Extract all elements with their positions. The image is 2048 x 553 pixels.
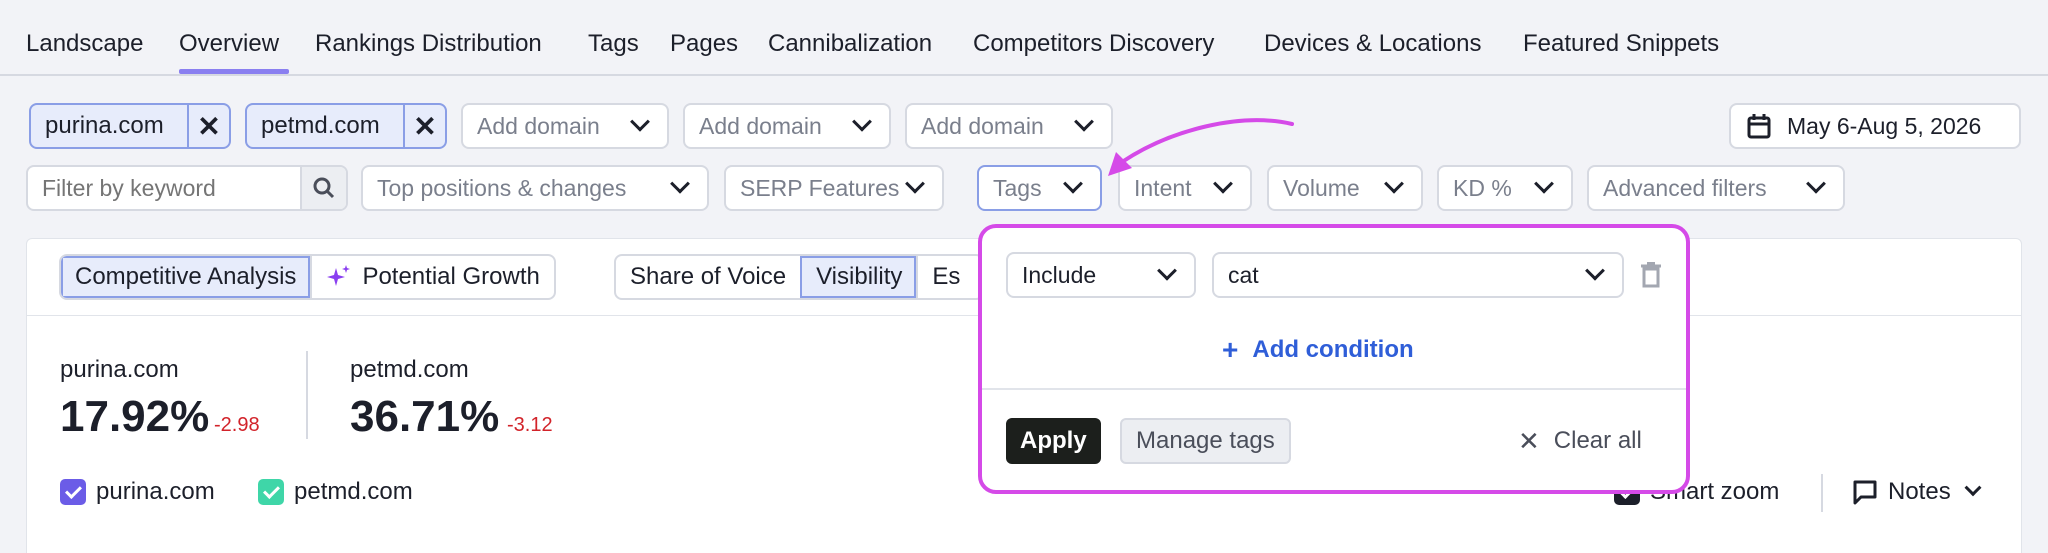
filter-label: KD % — [1453, 174, 1512, 201]
metric-value-purina: 17.92% — [60, 392, 210, 441]
chevron-down-icon — [852, 111, 872, 132]
trash-icon[interactable] — [1640, 262, 1662, 288]
tab-competitors-discovery[interactable]: Competitors Discovery — [973, 30, 1214, 58]
metric-domain-petmd: petmd.com — [350, 356, 469, 383]
metric-domain-purina: purina.com — [60, 356, 179, 383]
annotation-arrow — [1108, 118, 1294, 176]
plus-icon: + — [1222, 334, 1239, 365]
toolbar-separator — [1821, 474, 1823, 512]
domain-chip-petmd: petmd.com ✕ — [245, 103, 447, 149]
filter-label: Advanced filters — [1603, 174, 1767, 201]
condition-type-select[interactable]: Include — [1006, 252, 1196, 298]
clear-all-button[interactable]: ✕ Clear all — [1518, 418, 1642, 464]
tab-cannibalization[interactable]: Cannibalization — [768, 30, 932, 58]
legend-label: petmd.com — [294, 478, 413, 505]
chevron-down-icon — [630, 111, 650, 132]
report-tabs: Landscape Overview Rankings Distribution… — [0, 0, 2048, 76]
serp-features-filter[interactable]: SERP Features — [724, 165, 944, 211]
add-domain-placeholder: Add domain — [699, 112, 822, 139]
comment-icon — [1852, 479, 1878, 505]
search-icon[interactable] — [300, 167, 346, 209]
tags-filter-popover: Include cat + Add condition Apply Manage… — [978, 224, 1690, 494]
domain-chip-label: purina.com — [45, 112, 164, 139]
legend-label: purina.com — [96, 478, 215, 505]
tab-share-of-voice[interactable]: Share of Voice — [616, 256, 800, 298]
tab-pages[interactable]: Pages — [670, 30, 738, 58]
chevron-down-icon — [1157, 260, 1177, 281]
domain-chip-label: petmd.com — [261, 112, 380, 139]
advanced-filters[interactable]: Advanced filters — [1587, 165, 1845, 211]
popover-divider — [982, 388, 1686, 390]
metric-delta-purina: -2.98 — [214, 414, 260, 436]
filter-label: SERP Features — [740, 174, 900, 201]
date-range-picker[interactable]: May 6-Aug 5, 2026 — [1729, 103, 2021, 149]
manage-tags-button[interactable]: Manage tags — [1120, 418, 1291, 464]
calendar-icon — [1747, 113, 1771, 139]
top-positions-filter[interactable]: Top positions & changes — [361, 165, 709, 211]
checkbox-icon — [258, 479, 284, 505]
mode-toggle: Competitive Analysis Potential Growth — [59, 254, 556, 300]
tag-value-select[interactable]: cat — [1212, 252, 1624, 298]
tab-tags[interactable]: Tags — [588, 30, 639, 58]
filter-label: Top positions & changes — [377, 174, 627, 201]
chevron-down-icon — [905, 173, 925, 194]
remove-domain-icon[interactable]: ✕ — [187, 105, 229, 147]
clear-all-label: Clear all — [1553, 427, 1642, 454]
checkbox-icon — [60, 479, 86, 505]
chevron-down-icon — [1534, 173, 1554, 194]
tag-value: cat — [1228, 261, 1259, 288]
tab-overview[interactable]: Overview — [179, 30, 279, 58]
sparkle-icon — [326, 264, 352, 290]
tab-potential-growth[interactable]: Potential Growth — [310, 256, 553, 298]
add-domain-select-1[interactable]: Add domain — [461, 103, 669, 149]
date-range-label: May 6-Aug 5, 2026 — [1787, 112, 1982, 139]
close-icon: ✕ — [1518, 425, 1540, 456]
metric-delta-petmd: -3.12 — [507, 414, 553, 436]
notes-button[interactable]: Notes — [1852, 478, 1982, 506]
add-condition-button[interactable]: + Add condition — [1222, 334, 1414, 366]
tab-estimated-traffic[interactable]: Es — [916, 256, 974, 298]
potential-growth-label: Potential Growth — [362, 263, 540, 290]
apply-button[interactable]: Apply — [1006, 418, 1101, 464]
keyword-filter-input[interactable] — [28, 167, 300, 209]
metric-toggle: Share of Voice Visibility Es — [614, 254, 984, 300]
legend-item-petmd[interactable]: petmd.com — [258, 478, 413, 506]
kd-filter[interactable]: KD % — [1437, 165, 1573, 211]
tab-featured-snippets[interactable]: Featured Snippets — [1523, 30, 1719, 58]
tab-landscape[interactable]: Landscape — [26, 30, 143, 58]
tab-competitive-analysis[interactable]: Competitive Analysis — [61, 256, 311, 298]
tab-rankings-distribution[interactable]: Rankings Distribution — [315, 30, 542, 58]
chevron-down-icon — [1964, 479, 1982, 497]
tab-visibility[interactable]: Visibility — [800, 256, 917, 298]
active-tab-indicator — [179, 69, 289, 74]
metric-separator — [306, 351, 308, 439]
chevron-down-icon — [1806, 173, 1826, 194]
chevron-down-icon — [1585, 260, 1605, 281]
chevron-down-icon — [670, 173, 690, 194]
add-condition-label: Add condition — [1252, 336, 1414, 363]
chevron-down-icon — [1384, 173, 1404, 194]
add-domain-select-2[interactable]: Add domain — [683, 103, 891, 149]
domain-chip-purina: purina.com ✕ — [29, 103, 231, 149]
add-domain-placeholder: Add domain — [921, 112, 1044, 139]
remove-domain-icon[interactable]: ✕ — [403, 105, 445, 147]
legend-item-purina[interactable]: purina.com — [60, 478, 215, 506]
notes-label: Notes — [1888, 478, 1951, 505]
metric-value-petmd: 36.71% — [350, 392, 500, 441]
tab-devices-locations[interactable]: Devices & Locations — [1264, 30, 1481, 58]
filter-label: Tags — [993, 174, 1042, 201]
keyword-filter — [26, 165, 348, 211]
add-domain-placeholder: Add domain — [477, 112, 600, 139]
condition-type-value: Include — [1022, 261, 1097, 288]
